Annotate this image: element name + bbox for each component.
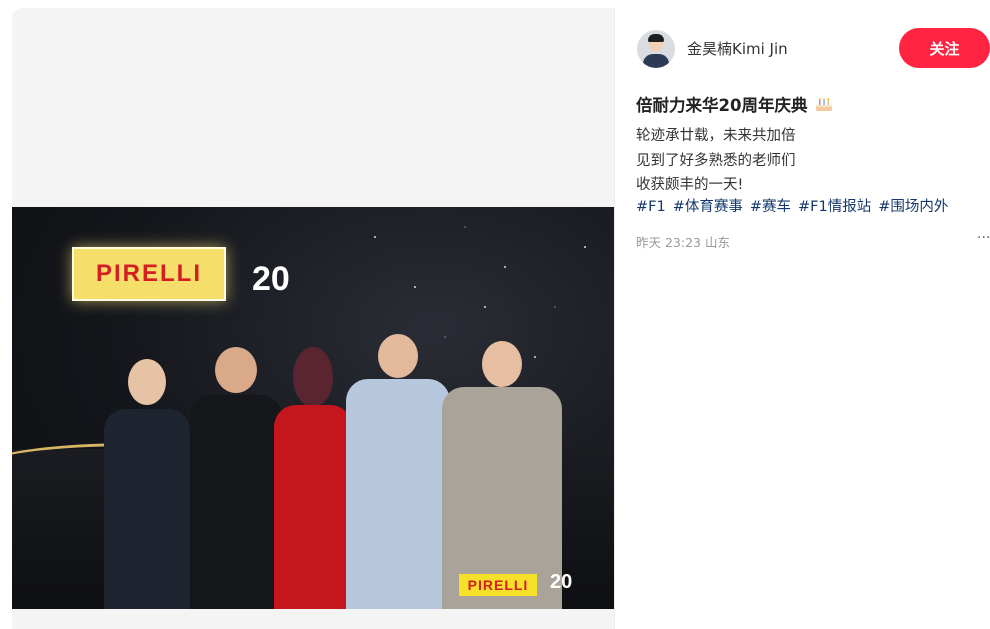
note-title: 倍耐力来华20周年庆典 bbox=[636, 92, 833, 116]
note-description: 轮迹承廿载，未来共加倍 见到了好多熟悉的老师们 收获颇丰的一天! bbox=[636, 124, 796, 198]
tag-link[interactable]: #赛车 bbox=[750, 199, 791, 215]
desc-line: 见到了好多熟悉的老师们 bbox=[636, 152, 796, 169]
note-media-area: PIRELLI 20 PIRELLI 20 bbox=[12, 8, 615, 629]
note-title-text: 倍耐力来华20周年庆典 bbox=[636, 96, 808, 115]
note-tags: #F1 #体育赛事 #赛车 #F1情报站 #围场内外 bbox=[636, 195, 955, 216]
tag-link[interactable]: #F1情报站 bbox=[798, 199, 871, 215]
tag-link[interactable]: #围场内外 bbox=[878, 199, 948, 215]
person-5 bbox=[442, 341, 562, 609]
anniversary-bottom-logo: 20 bbox=[550, 571, 573, 593]
tag-link[interactable]: #体育赛事 bbox=[673, 199, 743, 215]
person-3 bbox=[274, 347, 352, 609]
person-1 bbox=[104, 359, 190, 609]
post-location: 山东 bbox=[704, 235, 730, 250]
person-2 bbox=[190, 347, 282, 609]
pirelli-bottom-logo: PIRELLI bbox=[459, 574, 537, 596]
note-meta: 昨天 23:23 山东 bbox=[636, 232, 730, 251]
note-detail-panel: 金昊楠Kimi Jin 关注 倍耐力来华20周年庆典 轮迹承廿载，未来共加倍 见… bbox=[615, 8, 990, 629]
birthday-cake-icon bbox=[816, 98, 833, 111]
pirelli-sign: PIRELLI bbox=[72, 247, 226, 301]
person-4 bbox=[346, 334, 450, 609]
avatar[interactable] bbox=[637, 30, 675, 68]
author-name[interactable]: 金昊楠Kimi Jin bbox=[687, 38, 788, 59]
note-photo[interactable]: PIRELLI 20 PIRELLI 20 bbox=[12, 207, 615, 609]
desc-line: 轮迹承廿载，未来共加倍 bbox=[636, 128, 796, 144]
post-time: 昨天 23:23 bbox=[636, 235, 701, 250]
follow-button[interactable]: 关注 bbox=[899, 28, 990, 68]
more-options-icon[interactable]: ··· bbox=[977, 230, 990, 246]
anniversary-logo: 20 bbox=[252, 260, 290, 298]
desc-line: 收获颇丰的一天! bbox=[636, 177, 744, 193]
tag-link[interactable]: #F1 bbox=[636, 199, 666, 215]
